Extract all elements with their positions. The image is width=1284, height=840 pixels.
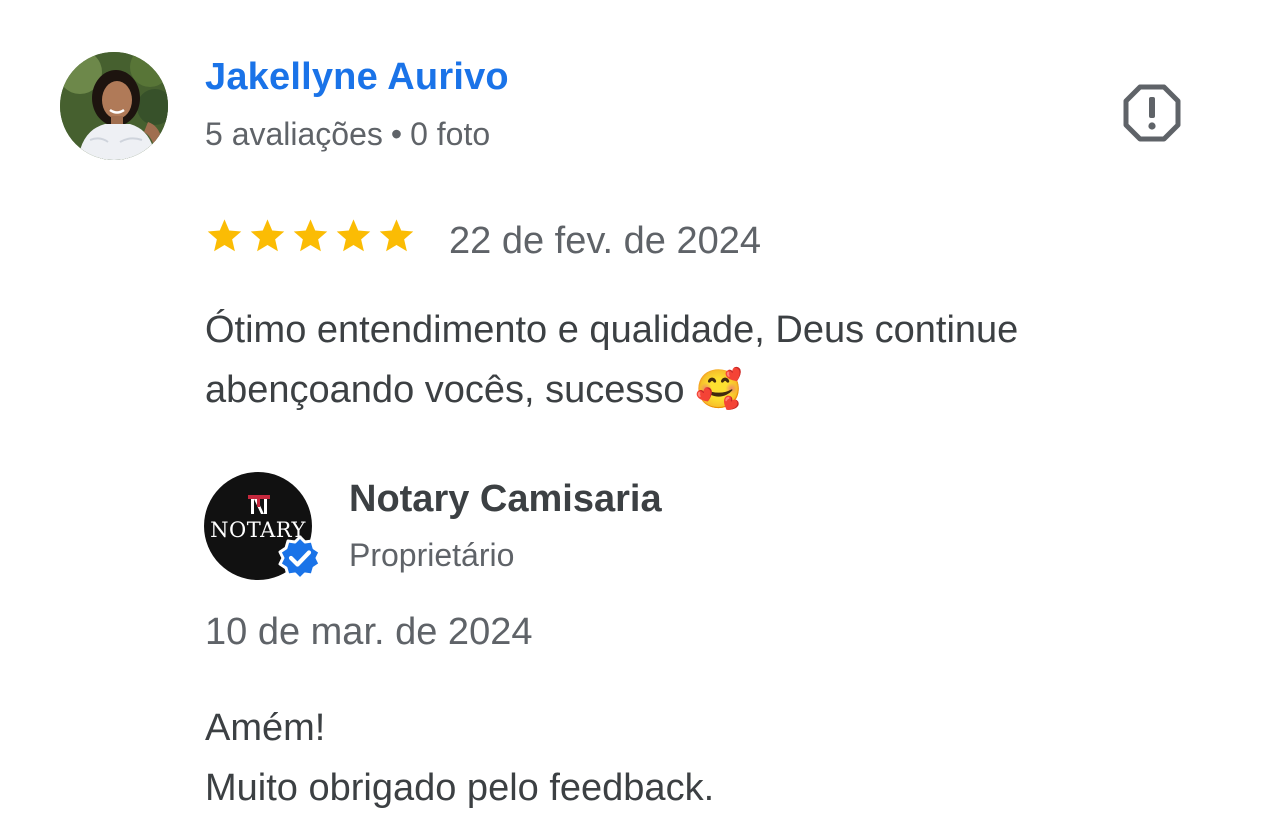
reply-line: Amém! xyxy=(205,707,326,749)
reply-text: Amém! Muito obrigado pelo feedback. xyxy=(205,698,1185,818)
photos-count: 0 foto xyxy=(410,116,491,152)
star-icon xyxy=(379,219,414,252)
reviewer-meta: 5 avaliações • 0 foto xyxy=(205,116,490,153)
reviewer-name[interactable]: Jakellyne Aurivo xyxy=(205,56,509,99)
review-date: 22 de fev. de 2024 xyxy=(449,220,761,262)
review-text: Ótimo entendimento e qualidade, Deus con… xyxy=(205,309,1019,411)
star-icon xyxy=(207,219,242,252)
owner-role: Proprietário xyxy=(349,537,515,573)
reply-line: Muito obrigado pelo feedback. xyxy=(205,767,715,809)
report-flag-icon[interactable] xyxy=(1121,82,1183,144)
rating-stars xyxy=(205,216,416,260)
reply-date: 10 de mar. de 2024 xyxy=(205,611,533,653)
owner-name: Notary Camisaria xyxy=(349,478,662,520)
notary-logo-mark xyxy=(248,495,270,514)
reviewer-avatar[interactable] xyxy=(60,52,168,160)
verified-check-icon xyxy=(276,534,324,582)
star-icon xyxy=(336,219,371,252)
star-icon xyxy=(250,219,285,252)
review-card: Jakellyne Aurivo 5 avaliações • 0 foto 22 … xyxy=(0,0,1284,840)
star-icon xyxy=(293,219,328,252)
meta-separator: • xyxy=(390,116,403,152)
reviews-count: 5 avaliações xyxy=(205,116,383,152)
